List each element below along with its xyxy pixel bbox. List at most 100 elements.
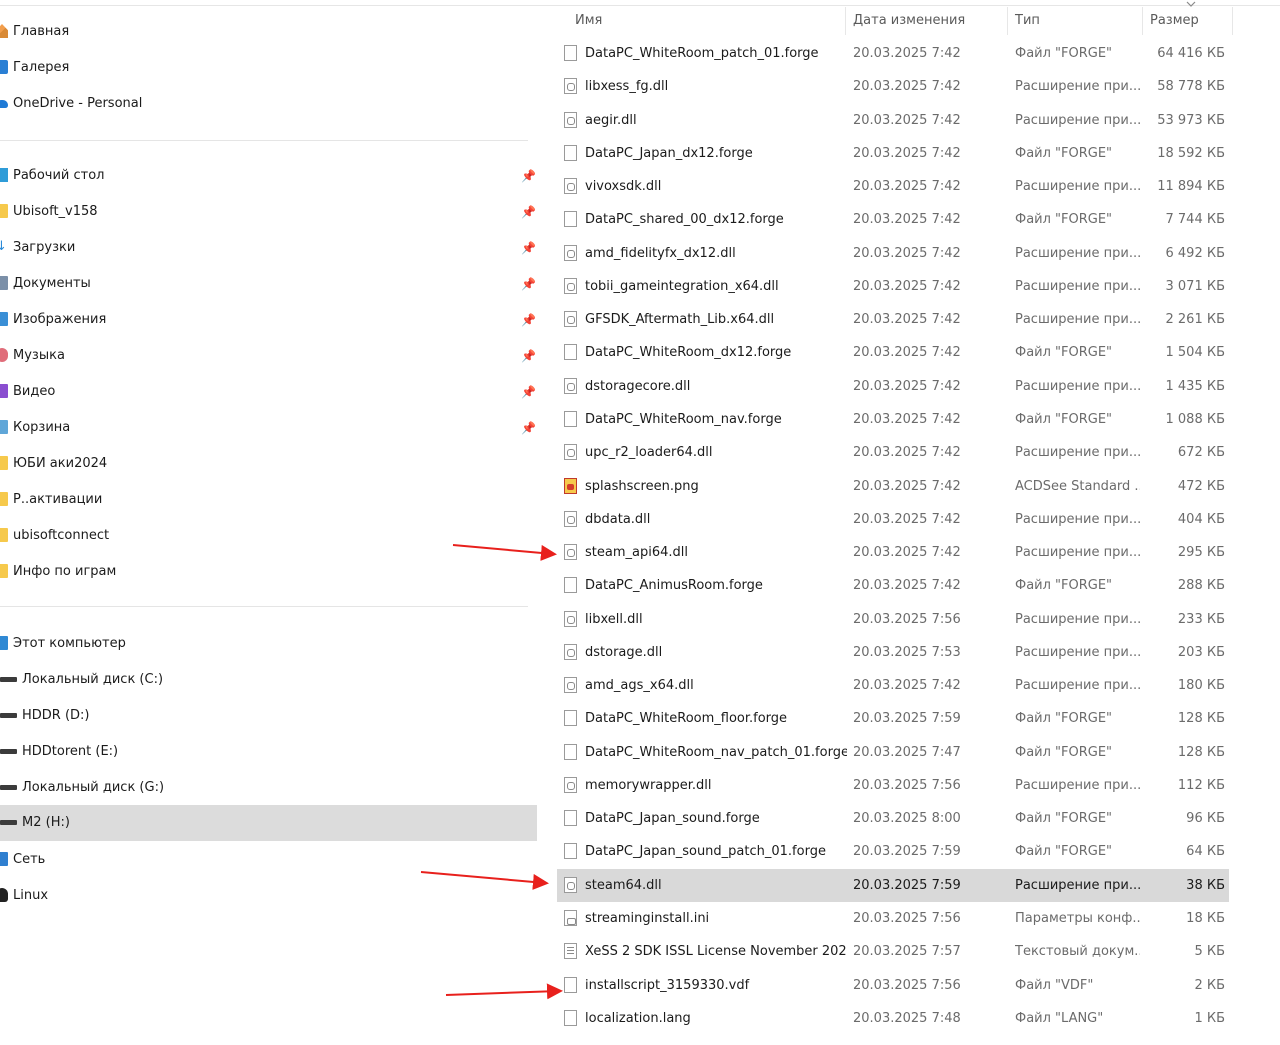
file-icon	[564, 1009, 577, 1026]
column-separator[interactable]	[845, 7, 846, 35]
nav-item-downloads[interactable]: ↓ Загрузки 📌	[0, 231, 537, 265]
file-row[interactable]: DataPC_WhiteRoom_patch_01.forge 20.03.202…	[557, 37, 1229, 70]
file-row[interactable]: DataPC_Japan_dx12.forge 20.03.2025 7:42 Фа…	[557, 137, 1229, 170]
nav-item-videos[interactable]: Видео 📌	[0, 375, 537, 409]
pin-icon[interactable]: 📌	[521, 385, 536, 399]
nav-item-folder[interactable]: ubisoftconnect	[0, 519, 537, 553]
file-row[interactable]: amd_ags_x64.dll 20.03.2025 7:42 Расширение…	[557, 669, 1229, 702]
file-size: 5 КБ	[1194, 944, 1225, 960]
file-row[interactable]: DataPC_WhiteRoom_nav_patch_01.forge 20.03…	[557, 736, 1229, 769]
file-date: 20.03.2025 7:42	[853, 112, 961, 128]
nav-item-gallery[interactable]: Галерея	[0, 51, 537, 85]
file-icon	[564, 710, 577, 727]
nav-item-drive-e[interactable]: HDDtorent (E:)	[0, 735, 537, 769]
file-row[interactable]: upc_r2_loader64.dll 20.03.2025 7:42 Расшир…	[557, 436, 1229, 469]
nav-item-pictures[interactable]: Изображения 📌	[0, 303, 537, 337]
file-icon	[564, 843, 577, 860]
file-row[interactable]: DataPC_WhiteRoom_dx12.forge 20.03.2025 7:…	[557, 336, 1229, 369]
nav-item-home[interactable]: Главная	[0, 15, 537, 49]
pin-icon[interactable]: 📌	[521, 241, 536, 255]
pin-icon[interactable]: 📌	[521, 205, 536, 219]
file-row[interactable]: memorywrapper.dll 20.03.2025 7:56 Расширен…	[557, 769, 1229, 802]
file-row[interactable]: GFSDK_Aftermath_Lib.x64.dll 20.03.2025 7:…	[557, 303, 1229, 336]
file-row[interactable]: DataPC_shared_00_dx12.forge 20.03.2025 7:…	[557, 203, 1229, 236]
file-row[interactable]: DataPC_WhiteRoom_floor.forge 20.03.2025 7…	[557, 702, 1229, 735]
nav-item-folder[interactable]: ЮБИ аки2024	[0, 447, 537, 481]
file-row[interactable]: dstoragecore.dll 20.03.2025 7:42 Расширени…	[557, 370, 1229, 403]
column-header-size[interactable]: Размер	[1150, 7, 1199, 35]
nav-item-onedrive[interactable]: OneDrive - Personal	[0, 87, 537, 121]
file-row[interactable]: amd_fidelityfx_dx12.dll 20.03.2025 7:42 Ра…	[557, 237, 1229, 270]
file-size: 295 КБ	[1177, 545, 1225, 561]
file-name: streaminginstall.ini	[585, 911, 710, 927]
pin-icon[interactable]: 📌	[521, 421, 536, 435]
file-size: 472 КБ	[1177, 478, 1225, 494]
dll-file-icon	[564, 444, 577, 461]
pin-icon[interactable]: 📌	[521, 277, 536, 291]
file-row[interactable]: libxess_fg.dll 20.03.2025 7:42 Расширение …	[557, 70, 1229, 103]
dll-file-icon	[564, 677, 577, 694]
file-icon	[564, 577, 577, 594]
file-date: 20.03.2025 7:42	[853, 511, 961, 527]
file-row[interactable]: steam_api64.dll 20.03.2025 7:42 Расширение…	[557, 536, 1229, 569]
file-row[interactable]: installscript_3159330.vdf 20.03.2025 7:56…	[557, 969, 1229, 1002]
file-row[interactable]: dstorage.dll 20.03.2025 7:53 Расширение пр…	[557, 636, 1229, 669]
file-name: XeSS 2 SDK ISSL License November 2024...	[585, 944, 847, 960]
column-separator[interactable]	[1007, 7, 1008, 35]
file-size: 1 504 КБ	[1165, 345, 1226, 361]
file-type: Файл "FORGE"	[1015, 578, 1113, 594]
nav-item-recycle-bin[interactable]: Корзина 📌	[0, 411, 537, 445]
nav-item-network[interactable]: Сеть	[0, 843, 537, 877]
file-row[interactable]: tobii_gameintegration_x64.dll 20.03.2025 …	[557, 270, 1229, 303]
file-row[interactable]: splashscreen.png 20.03.2025 7:42 ACDSee St…	[557, 470, 1229, 503]
nav-label: Музыка	[13, 348, 65, 363]
nav-item-ubisoft-v158[interactable]: Ubisoft_v158 📌	[0, 195, 537, 229]
nav-item-drive-d[interactable]: HDDR (D:)	[0, 699, 537, 733]
file-row[interactable]: DataPC_AnimusRoom.forge 20.03.2025 7:42 Фа…	[557, 569, 1229, 602]
nav-label: ubisoftconnect	[13, 528, 110, 543]
file-row[interactable]: DataPC_Japan_sound.forge 20.03.2025 8:00 Ф…	[557, 802, 1229, 835]
pin-icon[interactable]: 📌	[521, 349, 536, 363]
file-row[interactable]: libxell.dll 20.03.2025 7:56 Расширение при…	[557, 603, 1229, 636]
file-name: amd_fidelityfx_dx12.dll	[585, 245, 736, 261]
file-row[interactable]: DataPC_Japan_sound_patch_01.forge 20.03.2…	[557, 835, 1229, 868]
file-row[interactable]: DataPC_WhiteRoom_nav.forge 20.03.2025 7:4…	[557, 403, 1229, 436]
pictures-icon	[0, 312, 8, 326]
column-separator[interactable]	[1232, 7, 1233, 35]
file-date: 20.03.2025 7:42	[853, 378, 961, 394]
nav-item-linux[interactable]: Linux	[0, 879, 537, 913]
column-header-date[interactable]: Дата изменения	[853, 7, 965, 35]
nav-item-folder[interactable]: Инфо по играм	[0, 555, 537, 589]
column-header-type[interactable]: Тип	[1015, 7, 1040, 35]
nav-item-documents[interactable]: Документы 📌	[0, 267, 537, 301]
file-type: Файл "LANG"	[1015, 1010, 1104, 1026]
file-icon	[564, 45, 577, 61]
nav-item-drive-g[interactable]: Локальный диск (G:)	[0, 771, 537, 805]
column-header-name[interactable]: Имя	[575, 7, 602, 35]
column-separator[interactable]	[1142, 7, 1143, 35]
nav-label: Загрузки	[13, 240, 76, 255]
pin-icon[interactable]: 📌	[521, 169, 536, 183]
pin-icon[interactable]: 📌	[521, 313, 536, 327]
file-row[interactable]: XeSS 2 SDK ISSL License November 2024...…	[557, 935, 1229, 968]
file-type: Файл "FORGE"	[1015, 811, 1113, 827]
file-row[interactable]: vivoxsdk.dll 20.03.2025 7:42 Расширение пр…	[557, 170, 1229, 203]
nav-item-music[interactable]: Музыка 📌	[0, 339, 537, 373]
nav-item-desktop[interactable]: Рабочий стол 📌	[0, 159, 537, 193]
file-row[interactable]: aegir.dll 20.03.2025 7:42 Расширение при..…	[557, 104, 1229, 137]
file-name: amd_ags_x64.dll	[585, 678, 694, 694]
nav-item-drive-c[interactable]: Локальный диск (C:)	[0, 663, 537, 697]
file-size: 1 088 КБ	[1165, 411, 1226, 427]
nav-item-this-pc[interactable]: Этот компьютер	[0, 627, 537, 661]
file-row[interactable]: dbdata.dll 20.03.2025 7:42 Расширение при.…	[557, 503, 1229, 536]
file-name: DataPC_Japan_sound.forge	[585, 811, 760, 827]
file-date: 20.03.2025 7:57	[853, 944, 961, 960]
nav-label: Локальный диск (C:)	[22, 672, 164, 687]
file-row[interactable]: localization.lang 20.03.2025 7:48 Файл "LA…	[557, 1002, 1229, 1035]
recycle-bin-icon	[0, 420, 8, 434]
file-row[interactable]: streaminginstall.ini 20.03.2025 7:56 Парам…	[557, 902, 1229, 935]
file-row[interactable]: steam64.dll 20.03.2025 7:59 Расширение при…	[557, 868, 1229, 902]
file-size: 7 744 КБ	[1165, 212, 1226, 228]
nav-item-folder[interactable]: Р..активации	[0, 483, 537, 517]
nav-item-drive-h[interactable]: M2 (H:)	[0, 805, 537, 841]
